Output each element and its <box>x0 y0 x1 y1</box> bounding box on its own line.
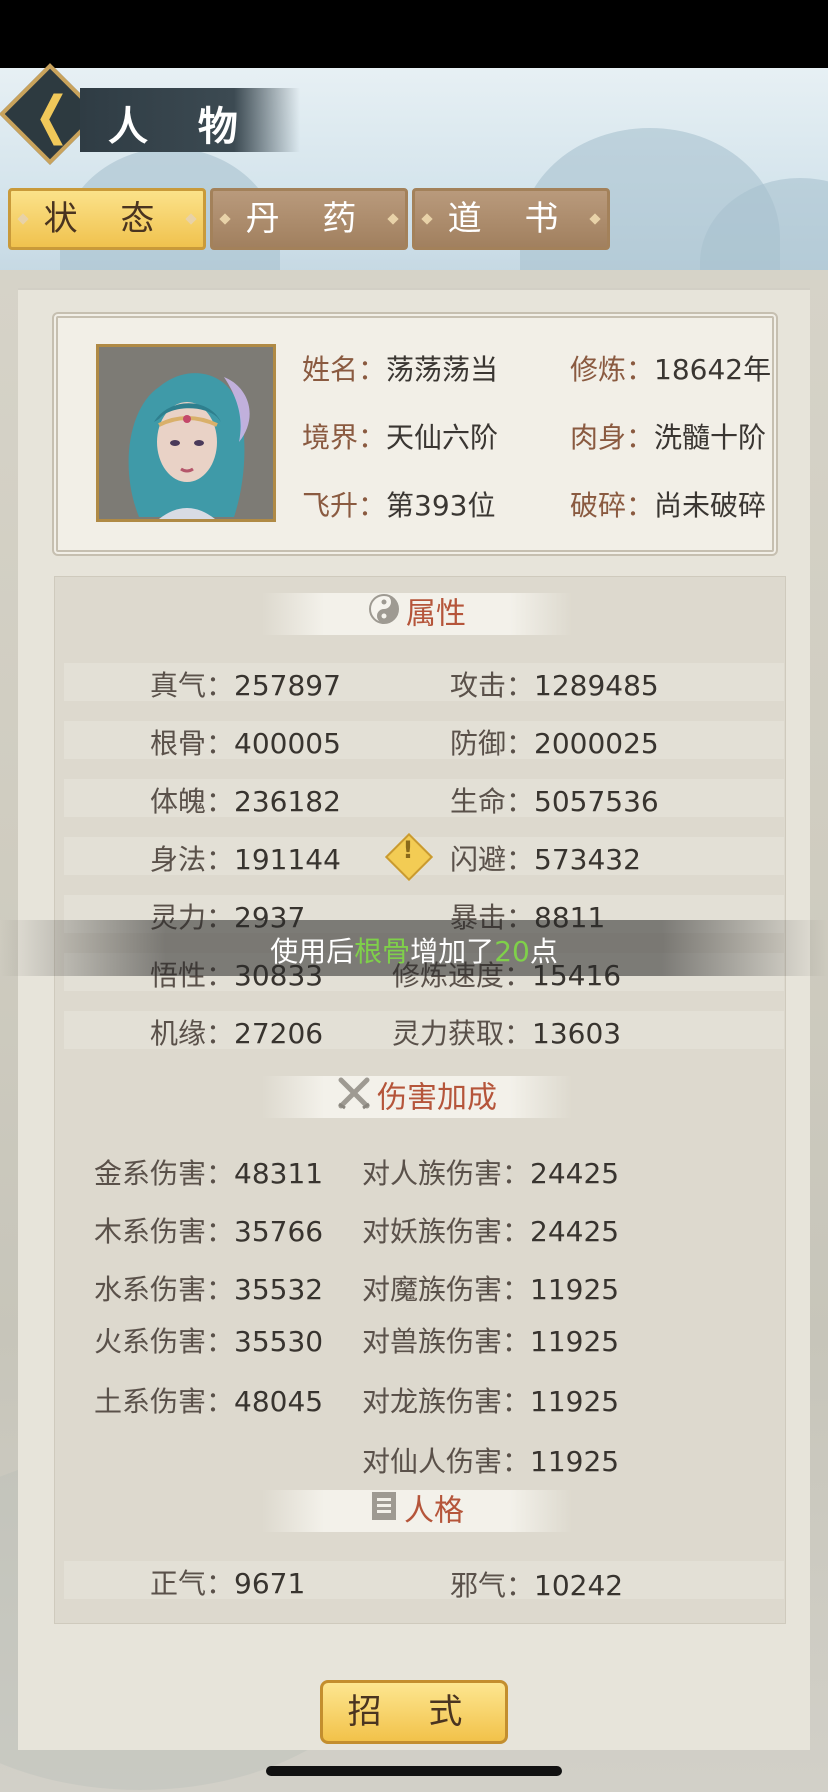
stat-hp: 生命：5057536 <box>450 785 659 818</box>
tab-daobook[interactable]: 道 书 <box>412 188 610 250</box>
damage-water: 水系伤害：35532 <box>94 1273 324 1306</box>
page-title: 人 物 <box>108 103 256 150</box>
damage-earth: 土系伤害：48045 <box>94 1385 324 1418</box>
profile-body: 肉身：洗髓十阶 <box>570 421 767 454</box>
damage-vs-demon: 对妖族伤害：24425 <box>362 1215 620 1248</box>
stat-gengu: 根骨：400005 <box>150 727 341 760</box>
yin-yang-icon <box>368 593 400 637</box>
avatar <box>96 344 276 522</box>
attributes-heading: 属性 <box>262 593 572 635</box>
profile-cultivation: 修炼：18642年 <box>570 353 772 386</box>
damage-vs-dragon: 对龙族伤害：11925 <box>362 1385 620 1418</box>
stat-xieqi: 邪气：10242 <box>450 1569 624 1602</box>
stat-attack: 攻击：1289485 <box>450 669 659 702</box>
profile-ascension: 飞升：第393位 <box>302 489 496 522</box>
warning-mark: ! <box>402 836 414 864</box>
profile-name: 姓名：荡荡荡当 <box>302 353 499 386</box>
toast-message: 使用后根骨增加了20点 <box>270 935 558 968</box>
stat-tipo: 体魄：236182 <box>150 785 341 818</box>
damage-heading: 伤害加成 <box>262 1076 572 1118</box>
damage-vs-human: 对人族伤害：24425 <box>362 1157 620 1190</box>
crossed-swords-icon <box>337 1076 371 1122</box>
skills-button[interactable]: 招 式 <box>320 1680 508 1744</box>
stat-jiyuan: 机缘：27206 <box>150 1017 324 1050</box>
damage-wood: 木系伤害：35766 <box>94 1215 324 1248</box>
chevron-left-icon[interactable]: ❮ <box>34 86 69 146</box>
stat-zhenqi: 真气：257897 <box>150 669 341 702</box>
attributes-heading-text: 属性 <box>406 596 466 632</box>
stat-zhengqi: 正气：9671 <box>150 1567 306 1600</box>
personality-heading-text: 人格 <box>404 1493 464 1529</box>
tab-status-label: 状 态 <box>43 199 171 239</box>
stat-dodge: 闪避：573432 <box>450 843 641 876</box>
damage-fire: 火系伤害：35530 <box>94 1325 324 1358</box>
book-icon <box>370 1490 398 1534</box>
profile-realm: 境界：天仙六阶 <box>302 421 499 454</box>
damage-heading-text: 伤害加成 <box>377 1080 497 1116</box>
damage-metal: 金系伤害：48311 <box>94 1157 324 1190</box>
tab-status[interactable]: 状 态 <box>8 188 206 250</box>
tab-daobook-label: 道 书 <box>447 199 575 239</box>
profile-shatter: 破碎：尚未破碎 <box>570 489 767 522</box>
stat-defense: 防御：2000025 <box>450 727 659 760</box>
tab-elixir[interactable]: 丹 药 <box>210 188 408 250</box>
damage-vs-devil: 对魔族伤害：11925 <box>362 1273 620 1306</box>
stat-lingli-gain: 灵力获取：13603 <box>392 1017 622 1050</box>
home-indicator[interactable] <box>266 1766 562 1776</box>
status-bar <box>0 0 828 68</box>
damage-vs-beast: 对兽族伤害：11925 <box>362 1325 620 1358</box>
personality-heading: 人格 <box>262 1490 572 1532</box>
tab-elixir-label: 丹 药 <box>245 199 373 239</box>
damage-vs-immortal: 对仙人伤害：11925 <box>362 1445 620 1478</box>
stat-shenfa: 身法：191144 <box>150 843 341 876</box>
